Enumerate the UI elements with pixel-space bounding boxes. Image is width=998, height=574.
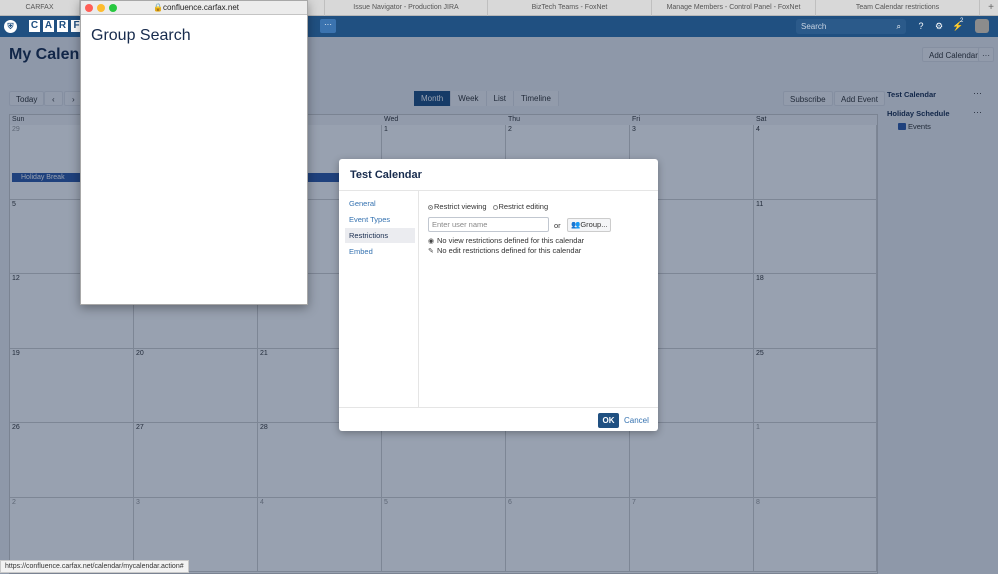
tab-label: Manage Members - Control Panel - FoxNet bbox=[666, 4, 801, 11]
window-url: 🔒confluence.carfax.net bbox=[153, 3, 239, 12]
eye-icon: ◉ bbox=[428, 238, 435, 245]
browser-status-bar: https://confluence.carfax.net/calendar/m… bbox=[0, 560, 189, 573]
nav-restrictions[interactable]: Restrictions bbox=[345, 228, 415, 243]
or-label: or bbox=[554, 221, 561, 230]
browser-tab[interactable]: BizTech Teams - FoxNet bbox=[488, 0, 652, 16]
restrict-viewing-radio[interactable] bbox=[428, 204, 433, 210]
url-text: confluence.carfax.net bbox=[162, 3, 240, 12]
new-tab-button[interactable]: + bbox=[988, 2, 994, 14]
pencil-icon: ✎ bbox=[428, 248, 434, 255]
dialog-title: Test Calendar bbox=[350, 169, 422, 181]
restrict-viewing-option[interactable]: Restrict viewing bbox=[428, 202, 487, 211]
user-name-input[interactable]: Enter user name bbox=[428, 217, 549, 232]
zoom-window-button[interactable] bbox=[109, 4, 117, 12]
cancel-link[interactable]: Cancel bbox=[624, 416, 649, 425]
window-titlebar: 🔒confluence.carfax.net bbox=[81, 1, 307, 15]
tab-label: CARFAX bbox=[25, 4, 54, 11]
popup-heading: Group Search bbox=[91, 27, 191, 44]
restrict-viewing-label: Restrict viewing bbox=[434, 202, 487, 211]
minimize-window-button[interactable] bbox=[97, 4, 105, 12]
divider bbox=[339, 190, 658, 191]
tab-label: Issue Navigator - Production JIRA bbox=[353, 4, 459, 11]
lock-icon: 🔒 bbox=[153, 3, 163, 12]
more-create-button[interactable]: ··· bbox=[320, 19, 336, 33]
notification-count: 2 bbox=[960, 18, 964, 24]
edit-restriction-text: No edit restrictions defined for this ca… bbox=[437, 246, 582, 255]
view-restriction-status: ◉ No view restrictions defined for this c… bbox=[428, 236, 584, 245]
browser-tab-active[interactable]: Team Calendar restrictions bbox=[816, 0, 980, 16]
close-window-button[interactable] bbox=[85, 4, 93, 12]
browser-tab[interactable]: Manage Members - Control Panel - FoxNet bbox=[652, 0, 816, 16]
search-icon: ⌕ bbox=[896, 22, 901, 31]
browser-tab[interactable]: Issue Navigator - Production JIRA bbox=[325, 0, 488, 16]
group-button-label: Group... bbox=[580, 220, 608, 229]
restrict-editing-label: Restrict editing bbox=[498, 202, 549, 211]
nav-event-types[interactable]: Event Types bbox=[345, 212, 415, 227]
search-input[interactable]: Search ⌕ bbox=[796, 19, 906, 34]
logo-letter: A bbox=[42, 19, 55, 33]
restrict-editing-option[interactable]: Restrict editing bbox=[492, 202, 549, 211]
app-switcher-icon[interactable]: ⛨ bbox=[4, 20, 17, 33]
ok-button[interactable]: OK bbox=[598, 413, 619, 428]
group-search-button[interactable]: 👥Group... bbox=[567, 218, 612, 232]
restrict-editing-radio[interactable] bbox=[492, 204, 498, 210]
calendar-settings-dialog: Test Calendar General Event Types Restri… bbox=[339, 159, 658, 431]
tab-label: BizTech Teams - FoxNet bbox=[531, 4, 608, 11]
dialog-nav: General Event Types Restrictions Embed bbox=[345, 196, 415, 260]
gear-icon[interactable]: ⚙ bbox=[933, 20, 945, 32]
edit-restriction-status: ✎ No edit restrictions defined for this c… bbox=[428, 246, 581, 255]
divider bbox=[418, 191, 419, 407]
logo-letter: R bbox=[56, 19, 69, 33]
tab-label: Team Calendar restrictions bbox=[855, 4, 940, 11]
group-search-window: 🔒confluence.carfax.net Group Search bbox=[80, 0, 308, 305]
browser-tab[interactable]: CARFAX bbox=[0, 0, 80, 16]
divider bbox=[339, 407, 658, 408]
group-icon: 👥 bbox=[571, 220, 581, 229]
nav-embed[interactable]: Embed bbox=[345, 244, 415, 259]
restriction-type: Restrict viewing Restrict editing bbox=[428, 202, 548, 211]
help-icon[interactable]: ? bbox=[915, 20, 927, 32]
user-avatar[interactable] bbox=[975, 19, 989, 33]
nav-general[interactable]: General bbox=[345, 196, 415, 211]
logo-letter: C bbox=[28, 19, 41, 33]
search-placeholder: Search bbox=[801, 22, 827, 31]
view-restriction-text: No view restrictions defined for this ca… bbox=[437, 236, 585, 245]
